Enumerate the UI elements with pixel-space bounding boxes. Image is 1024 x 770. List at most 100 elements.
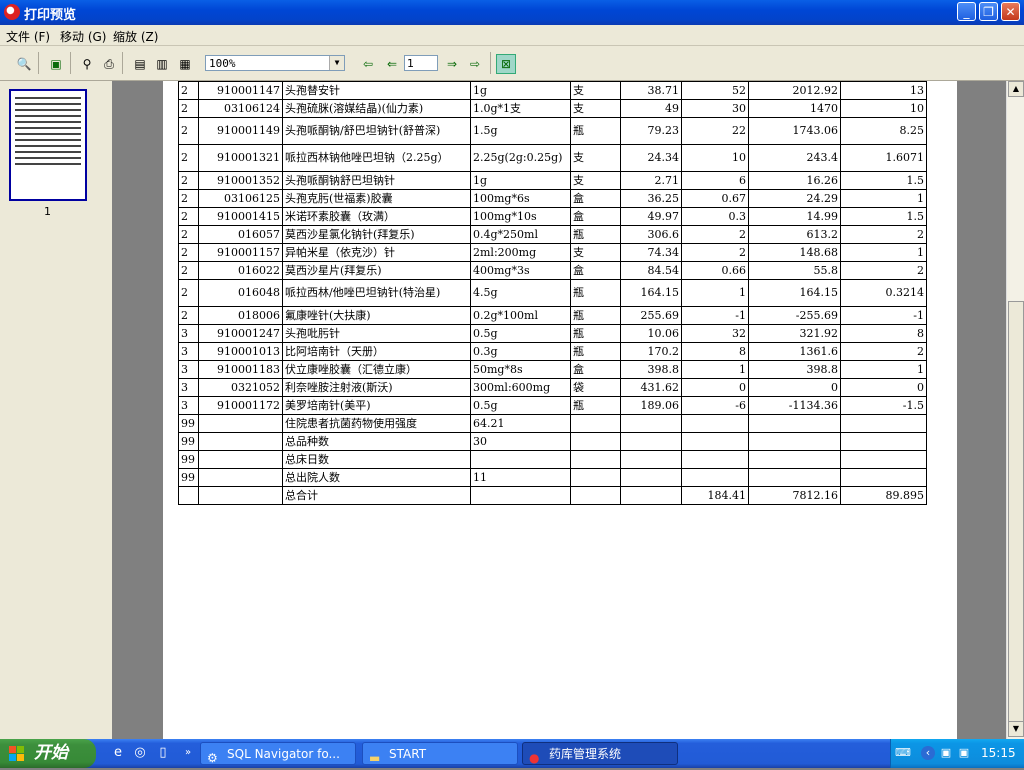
table-cell: 2 <box>178 189 199 208</box>
table-cell: 2 <box>840 342 927 361</box>
table-cell: 03106124 <box>198 99 283 118</box>
keyboard-icon[interactable]: ⌨ <box>895 746 911 760</box>
table-cell: 398.8 <box>620 360 682 379</box>
start-button[interactable]: 开始 <box>0 739 96 768</box>
page-thumbnail[interactable] <box>9 89 87 201</box>
table-cell: 氟康唑针(大扶康) <box>282 306 471 325</box>
quicklaunch-expand-icon[interactable]: » <box>180 745 196 761</box>
zoom-icon[interactable]: 🔍 <box>14 54 34 74</box>
page-width-icon[interactable]: ▥ <box>152 54 172 74</box>
table-cell: 利奈唑胺注射液(斯沃) <box>282 378 471 397</box>
restore-button[interactable]: ❐ <box>979 2 998 21</box>
chevron-down-icon[interactable]: ▼ <box>329 56 344 70</box>
zoom-value: 100% <box>209 57 236 70</box>
next-page-icon[interactable]: ⇒ <box>442 54 462 74</box>
table-cell <box>198 432 283 451</box>
table-cell: 10 <box>840 99 927 118</box>
table-cell: 89.895 <box>840 486 927 505</box>
print-icon[interactable]: ⎙ <box>99 54 119 74</box>
table-cell: 0 <box>840 378 927 397</box>
table-cell: 盒 <box>570 207 621 226</box>
table-cell: 84.54 <box>620 261 682 280</box>
table-cell <box>620 432 682 451</box>
one-page-icon[interactable]: ▤ <box>130 54 150 74</box>
network-icon[interactable]: ▣ <box>939 746 953 760</box>
explorer-icon[interactable]: ◎ <box>132 745 148 761</box>
table-cell: 袋 <box>570 378 621 397</box>
table-cell: 盒 <box>570 261 621 280</box>
last-page-icon[interactable]: ⇨ <box>465 54 485 74</box>
chevron-left-icon[interactable]: ‹ <box>921 746 935 760</box>
table-cell: 0.3214 <box>840 279 927 307</box>
table-cell: 300ml:600mg <box>470 378 571 397</box>
minimize-button[interactable]: _ <box>957 2 976 21</box>
table-cell: 184.41 <box>681 486 749 505</box>
table-cell: 2 <box>178 306 199 325</box>
table-cell: 910001247 <box>198 324 283 343</box>
zoom-select[interactable]: 100% ▼ <box>205 55 345 71</box>
table-cell: 头孢哌酮钠/舒巴坦钠针(舒普深) <box>282 117 471 145</box>
table-row: 2 018006 氟康唑针(大扶康) 0.2g*100ml 瓶 255.69 -1 -255.… <box>178 306 927 325</box>
table-cell: -1.5 <box>840 396 927 415</box>
close-button[interactable]: ✕ <box>1001 2 1020 21</box>
page-number-input[interactable]: 1 <box>404 55 438 71</box>
table-cell: 3 <box>178 342 199 361</box>
table-cell: 1361.6 <box>748 342 841 361</box>
table-cell: 哌拉西林/他唑巴坦钠针(特治星) <box>282 279 471 307</box>
vertical-scrollbar[interactable]: ▲ ▼ <box>1006 81 1024 739</box>
table-cell <box>570 450 621 469</box>
table-cell: 2 <box>178 144 199 172</box>
task-sql-navigator[interactable]: ⚙ SQL Navigator fo... <box>200 742 356 765</box>
first-page-icon[interactable]: ⇦ <box>358 54 378 74</box>
network-icon-2[interactable]: ▣ <box>957 746 971 760</box>
close-preview-icon[interactable]: ⊠ <box>496 54 516 74</box>
table-cell: 头孢硫脒(溶媒结晶)(仙力素) <box>282 99 471 118</box>
system-tray: ⌨ ‹ ▣ ▣ 15:15 <box>890 739 1024 768</box>
table-cell: 0.66 <box>681 261 749 280</box>
table-cell: 0.5g <box>470 324 571 343</box>
table-cell: 79.23 <box>620 117 682 145</box>
desktop-icon[interactable]: ▯ <box>155 745 171 761</box>
table-row: 3 0321052 利奈唑胺注射液(斯沃) 300ml:600mg 袋 431.62 0 0 0 <box>178 378 927 397</box>
menu-move[interactable]: 移动 (G) <box>60 28 106 45</box>
table-cell: 比阿培南针（天册） <box>282 342 471 361</box>
table-cell: 306.6 <box>620 225 682 244</box>
table-cell: 盒 <box>570 360 621 379</box>
table-row: 2 016022 莫西沙星片(拜复乐) 400mg*3s 盒 84.54 0.66 55.8 2 <box>178 261 927 280</box>
table-cell: 36.25 <box>620 189 682 208</box>
menu-zoom[interactable]: 缩放 (Z) <box>113 28 158 45</box>
table-row: 99 总床日数 <box>178 450 927 469</box>
table-row: 3 910001183 伏立康唑胶囊（汇德立康） 50mg*8s 盒 398.8 1 398.… <box>178 360 927 379</box>
table-cell <box>748 414 841 433</box>
table-cell: 170.2 <box>620 342 682 361</box>
table-cell: -255.69 <box>748 306 841 325</box>
table-cell: -6 <box>681 396 749 415</box>
full-page-icon[interactable]: ▦ <box>175 54 195 74</box>
task-start-folder[interactable]: ▬ START <box>362 742 518 765</box>
scroll-thumb[interactable] <box>1008 301 1024 736</box>
table-cell: 0.4g*250ml <box>470 225 571 244</box>
table-cell: 支 <box>570 81 621 100</box>
table-cell: 2 <box>178 279 199 307</box>
table-cell <box>681 468 749 487</box>
save-icon[interactable]: ▣ <box>46 54 66 74</box>
table-cell: 3 <box>178 360 199 379</box>
table-cell: 148.68 <box>748 243 841 262</box>
task-pharmacy-system[interactable]: ● 药库管理系统 <box>522 742 678 765</box>
table-cell: 支 <box>570 243 621 262</box>
scroll-up-icon[interactable]: ▲ <box>1008 81 1024 97</box>
table-cell: 74.34 <box>620 243 682 262</box>
ie-icon[interactable]: e <box>110 745 126 761</box>
menu-file[interactable]: 文件 (F) <box>6 28 50 45</box>
page-setup-icon[interactable]: ⚲ <box>77 54 97 74</box>
table-cell: 头孢替安针 <box>282 81 471 100</box>
table-row: 2 910001157 异帕米星（依克沙）针 2ml:200mg 支 74.34 2 148.… <box>178 243 927 262</box>
table-cell: 11 <box>470 468 571 487</box>
table-cell: 99 <box>178 450 199 469</box>
table-cell: 4.5g <box>470 279 571 307</box>
table-cell: 100mg*6s <box>470 189 571 208</box>
table-cell: 8.25 <box>840 117 927 145</box>
scroll-down-icon[interactable]: ▼ <box>1008 721 1024 737</box>
table-cell: 1470 <box>748 99 841 118</box>
prev-page-icon[interactable]: ⇐ <box>382 54 402 74</box>
